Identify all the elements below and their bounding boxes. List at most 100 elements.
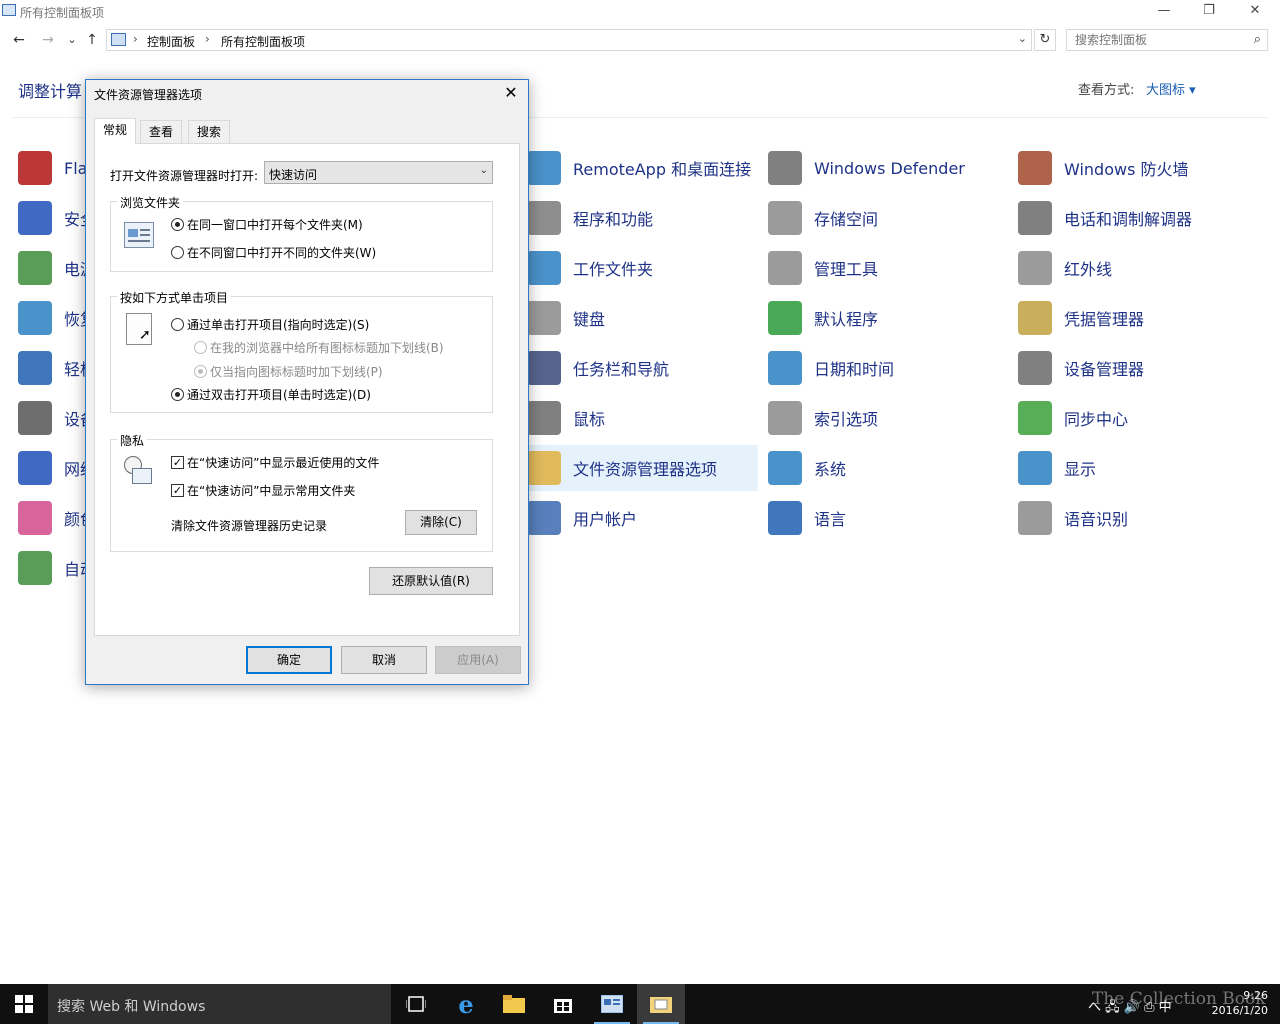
refresh-button[interactable]: ↻ (1034, 29, 1056, 51)
control-panel-item[interactable]: 工作文件夹 (527, 245, 758, 291)
control-panel-item[interactable]: 自动 (18, 545, 96, 591)
system-icon (768, 451, 802, 485)
control-panel-item[interactable]: 安全 (18, 195, 96, 241)
date-time-icon (768, 351, 802, 385)
control-panel-item-label: 键盘 (573, 310, 606, 329)
control-panel-item[interactable]: 存储空间 (768, 195, 1008, 241)
control-panel-item[interactable]: Fla (18, 145, 87, 191)
control-panel-item[interactable]: 同步中心 (1018, 395, 1268, 441)
clear-history-button[interactable]: 清除(C) (405, 510, 477, 535)
control-panel-item[interactable]: 用户帐户 (527, 495, 758, 541)
recent-locations-icon[interactable]: ⌄ (62, 30, 82, 50)
restore-button[interactable]: ❐ (1186, 0, 1232, 22)
control-panel-item[interactable]: 电话和调制解调器 (1018, 195, 1268, 241)
work-folders-icon (527, 251, 561, 285)
back-arrow-icon[interactable]: ← (9, 30, 29, 50)
control-panel-item-label: 语言 (814, 510, 847, 529)
address-dropdown-icon[interactable]: ⌄ (1018, 32, 1027, 45)
ok-button[interactable]: 确定 (246, 646, 332, 674)
control-panel-item-label: Windows Defender (814, 158, 965, 178)
control-panel-item[interactable]: 索引选项 (768, 395, 1008, 441)
search-box[interactable]: ⌕ (1066, 29, 1268, 51)
radio-underline-on-point[interactable]: 仅当指向图标标题时加下划线(P) (194, 363, 383, 380)
control-panel-item[interactable]: Windows 防火墙 (1018, 145, 1268, 191)
dialog-close-button[interactable]: ✕ (500, 82, 522, 104)
control-panel-item[interactable]: Windows Defender (768, 145, 1008, 191)
radio-underline-all[interactable]: 在我的浏览器中给所有图标标题加下划线(B) (194, 339, 444, 356)
open-explorer-value: 快速访问 (269, 168, 318, 182)
taskbar-control-panel[interactable] (588, 984, 636, 1024)
apply-button[interactable]: 应用(A) (435, 646, 521, 674)
control-panel-item[interactable]: 设备 (18, 395, 96, 441)
admin-tools-icon (768, 251, 802, 285)
control-panel-item[interactable]: 网络 (18, 445, 96, 491)
search-input[interactable] (1067, 30, 1247, 50)
radio-single-click[interactable]: 通过单击打开项目(指向时选定)(S) (171, 316, 369, 333)
task-view-button[interactable] (392, 984, 440, 1024)
tab-search[interactable]: 搜索 (188, 120, 231, 143)
taskbar-edge[interactable]: e (442, 984, 490, 1024)
control-panel-item[interactable]: 鼠标 (527, 395, 758, 441)
control-panel-item[interactable]: 设备管理器 (1018, 345, 1268, 391)
control-panel-item[interactable]: 系统 (768, 445, 1008, 491)
tab-view[interactable]: 查看 (140, 120, 183, 143)
control-panel-item[interactable]: 颜色 (18, 495, 96, 541)
address-bar[interactable]: › 控制面板 › 所有控制面板项 ⌄ (106, 29, 1032, 51)
control-panel-item-label: 存储空间 (814, 210, 879, 229)
taskbar-store[interactable] (539, 984, 587, 1024)
control-panel-item[interactable]: 键盘 (527, 295, 758, 341)
control-panel-item[interactable]: 红外线 (1018, 245, 1268, 291)
control-panel-item[interactable]: 电源 (18, 245, 96, 291)
cancel-button[interactable]: 取消 (341, 646, 427, 674)
taskbar-search-box[interactable]: 搜索 Web 和 Windows (48, 984, 391, 1024)
breadcrumb-all-items[interactable]: 所有控制面板项 (221, 33, 305, 50)
browse-folders-illustration-icon (124, 222, 154, 248)
start-button[interactable] (0, 984, 48, 1024)
radio-new-window[interactable]: 在不同窗口中打开不同的文件夹(W) (171, 244, 376, 261)
privacy-title: 隐私 (117, 432, 148, 449)
control-panel-item[interactable]: RemoteApp 和桌面连接 (527, 145, 758, 191)
taskbar-folder-options[interactable] (637, 984, 685, 1024)
control-panel-item[interactable]: 语音识别 (1018, 495, 1268, 541)
close-button[interactable]: ✕ (1232, 0, 1278, 22)
mouse-icon (527, 401, 561, 435)
control-panel-item-label: 工作文件夹 (573, 260, 654, 279)
view-by-dropdown[interactable]: 大图标 ▾ (1146, 79, 1196, 98)
search-icon[interactable]: ⌕ (1254, 32, 1261, 47)
taskbar-search-text: 搜索 Web 和 Windows (57, 999, 206, 1015)
control-panel-item[interactable]: 凭据管理器 (1018, 295, 1268, 341)
control-panel-item[interactable]: 恢复 (18, 295, 96, 341)
control-panel-item[interactable]: 日期和时间 (768, 345, 1008, 391)
open-explorer-select[interactable]: 快速访问 ⌄ (264, 161, 493, 184)
restore-defaults-button[interactable]: 还原默认值(R) (369, 567, 493, 595)
radio-same-window[interactable]: 在同一窗口中打开每个文件夹(M) (171, 216, 363, 233)
checkbox-show-frequent-folders[interactable]: ✓ 在“快速访问”中显示常用文件夹 (171, 482, 355, 499)
control-panel-item[interactable]: 默认程序 (768, 295, 1008, 341)
infrared-icon (1018, 251, 1052, 285)
taskbar-icon (527, 351, 561, 385)
taskbar-file-explorer[interactable] (490, 984, 538, 1024)
user-accounts-icon (527, 501, 561, 535)
radio-double-click[interactable]: 通过双击打开项目(单击时选定)(D) (171, 386, 371, 403)
control-panel-item[interactable]: 任务栏和导航 (527, 345, 758, 391)
breadcrumb-control-panel[interactable]: 控制面板 (147, 33, 195, 50)
control-panel-item[interactable]: 文件资源管理器选项 (527, 445, 758, 491)
control-panel-item-label: 凭据管理器 (1064, 310, 1145, 329)
tab-general[interactable]: 常规 (94, 118, 137, 144)
up-arrow-icon[interactable]: ↑ (82, 30, 102, 50)
forward-arrow-icon[interactable]: → (38, 30, 58, 50)
control-panel-item-label: 显示 (1064, 460, 1097, 479)
checkbox-show-recent-files[interactable]: ✓ 在“快速访问”中显示最近使用的文件 (171, 454, 379, 471)
control-panel-item[interactable]: 程序和功能 (527, 195, 758, 241)
control-panel-item[interactable]: 管理工具 (768, 245, 1008, 291)
control-panel-item[interactable]: 轻松 (18, 345, 96, 391)
control-panel-item[interactable]: 语言 (768, 495, 1008, 541)
watermark-text: The Collection Book (1092, 989, 1266, 1009)
window-title: 所有控制面板项 (20, 6, 105, 20)
click-items-title: 按如下方式单击项目 (117, 289, 232, 306)
file-explorer-options-dialog: 文件资源管理器选项 ✕ 常规 查看 搜索 打开文件资源管理器时打开: 快速访问 … (85, 79, 529, 685)
control-panel-item[interactable]: 显示 (1018, 445, 1268, 491)
control-panel-item-label: 设备管理器 (1064, 360, 1145, 379)
minimize-button[interactable]: — (1141, 0, 1187, 22)
control-panel-location-icon (111, 33, 126, 46)
